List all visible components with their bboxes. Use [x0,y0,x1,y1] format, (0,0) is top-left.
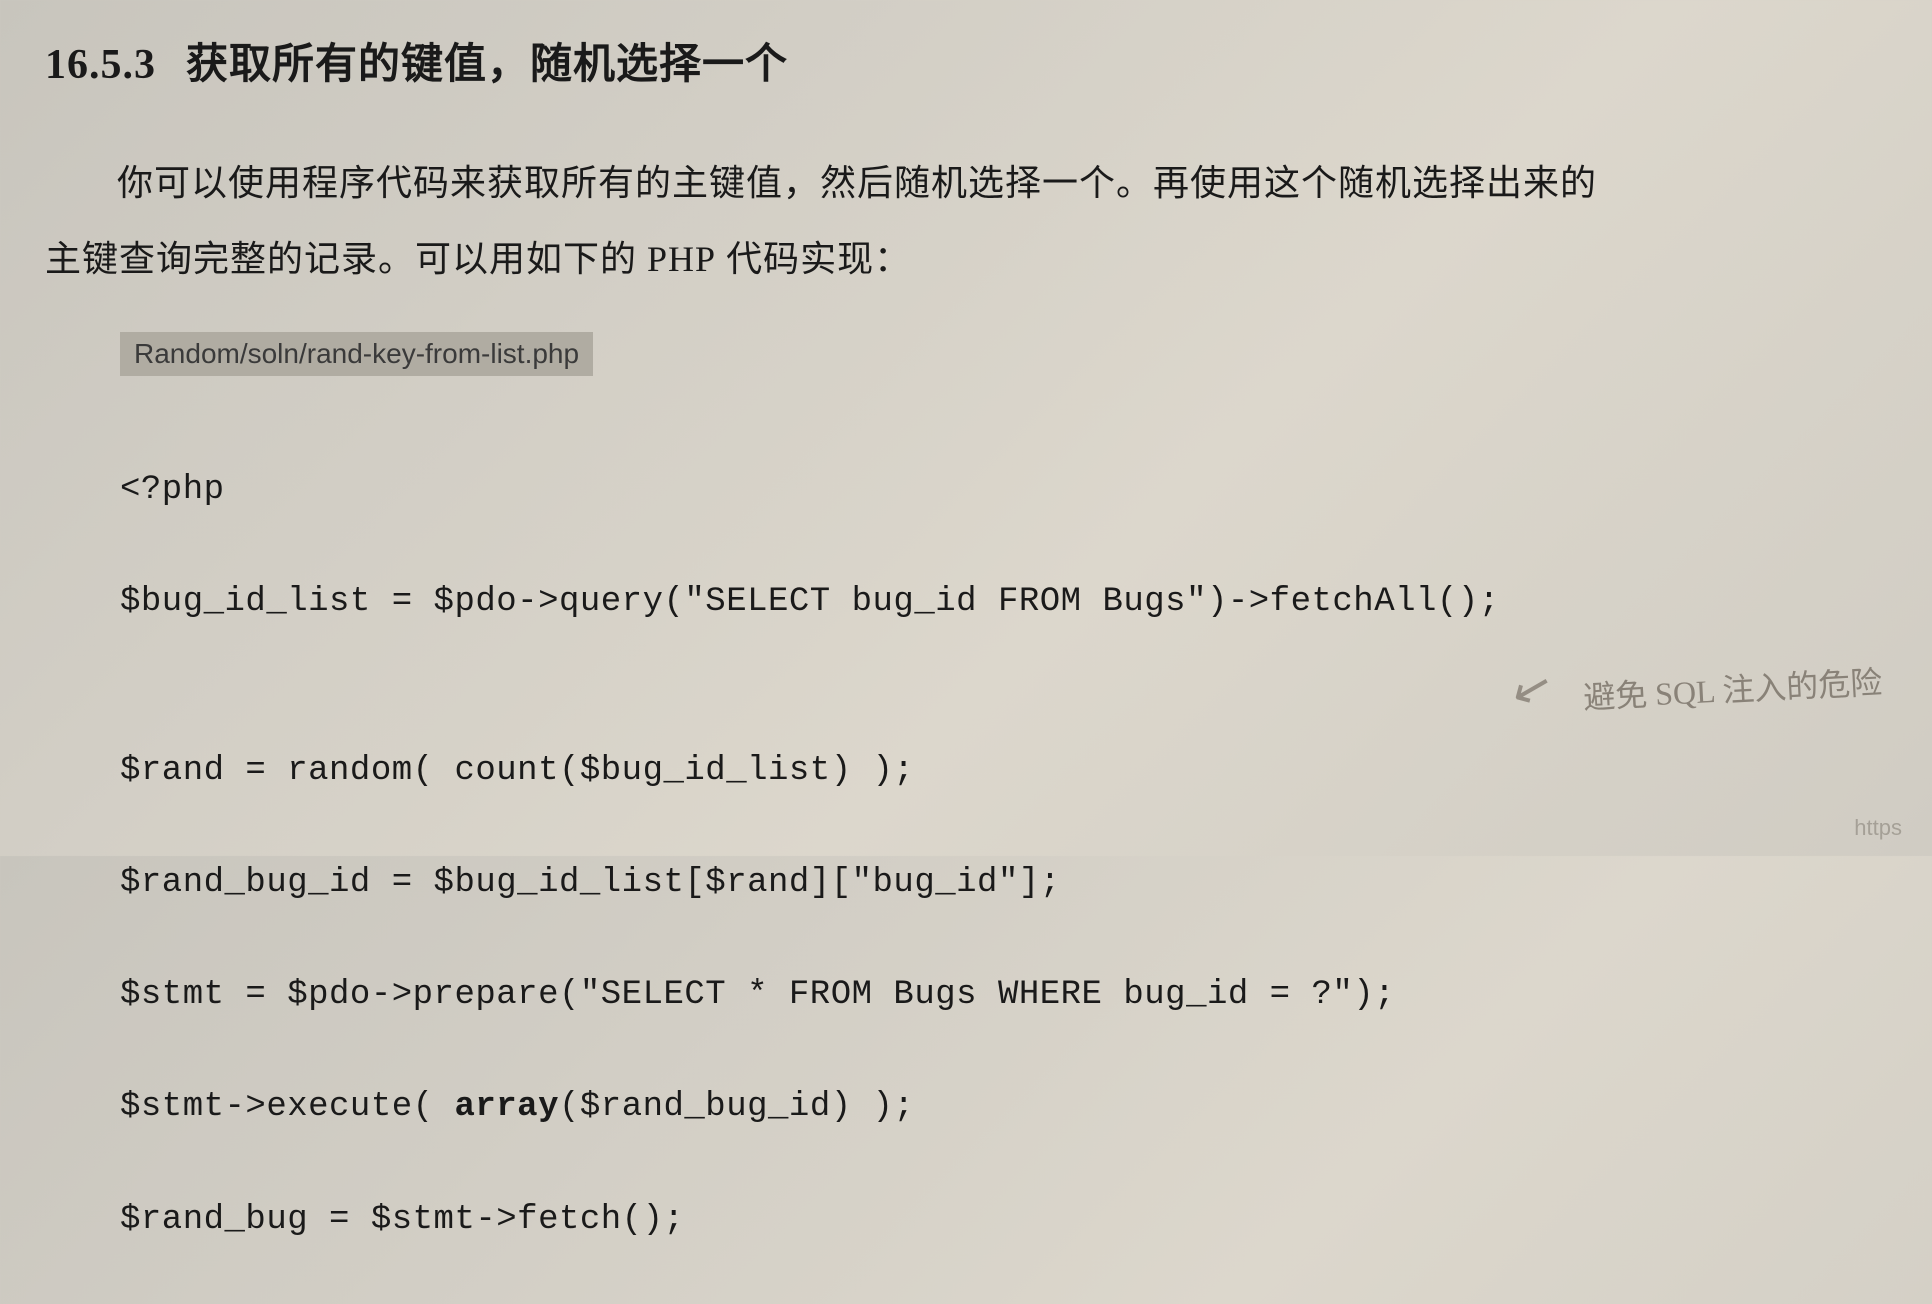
code-line-6: $stmt = $pdo->prepare("SELECT * FROM Bug… [120,967,1887,1023]
code-line-4: $rand = random( count($bug_id_list) ); [120,743,1887,799]
paragraph-line-1: 你可以使用程序代码来获取所有的主键值，然后随机选择一个。再使用这个随机选择出来的 [45,146,1887,222]
paragraph-line-2-suffix: 代码实现： [716,239,911,279]
section-number: 16.5.3 [45,42,156,88]
code-file-path-label: Random/soln/rand-key-from-list.php [120,332,593,376]
code-line-7b: ($rand_bug_id) ); [559,1088,914,1126]
code-line-7-bold: array [454,1088,559,1126]
code-line-2: $bug_id_list = $pdo->query("SELECT bug_i… [120,574,1887,630]
paragraph-line-2-prefix: 主键查询完整的记录。可以用如下的 [45,239,647,279]
code-line-5: $rand_bug_id = $bug_id_list[$rand]["bug_… [120,855,1887,911]
section-heading: 16.5.3 获取所有的键值，随机选择一个 [45,30,1887,91]
php-word: PHP [647,239,716,279]
code-line-1: <?php [120,462,1887,518]
body-paragraph: 你可以使用程序代码来获取所有的主键值，然后随机选择一个。再使用这个随机选择出来的… [45,146,1887,297]
code-line-7: $stmt->execute( array($rand_bug_id) ); [120,1079,1887,1135]
watermark-text: https [1854,815,1902,841]
section-title: 获取所有的键值，随机选择一个 [186,42,788,88]
code-line-7a: $stmt->execute( [120,1088,454,1126]
code-block: <?php $bug_id_list = $pdo->query("SELECT… [120,406,1887,1304]
paragraph-line-2: 主键查询完整的记录。可以用如下的 PHP 代码实现： [45,222,1887,298]
code-line-8: $rand_bug = $stmt->fetch(); [120,1192,1887,1248]
